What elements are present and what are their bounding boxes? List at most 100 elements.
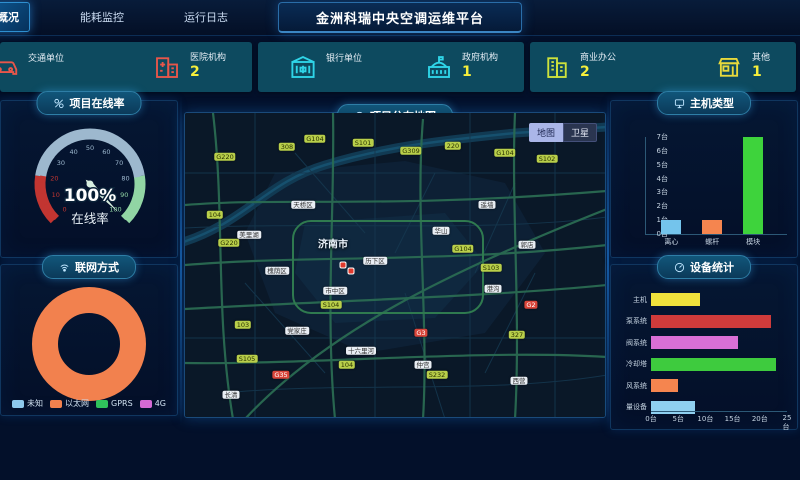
road-label: 104 <box>207 211 223 219</box>
map-button[interactable]: 地图 <box>529 123 563 142</box>
svg-text:0: 0 <box>62 205 66 213</box>
x-axis-label: 螺杆 <box>705 237 719 247</box>
place-label: 港沟 <box>485 285 502 293</box>
car-icon <box>0 52 20 82</box>
top-navbar: 概况 能耗监控 运行日志 项目列表 视频监控 金洲科瑞中央空调运维平台 <box>0 0 800 36</box>
y-axis-tick: 2台 <box>657 201 668 211</box>
panel-header-online-rate: 项目在线率 <box>37 91 142 115</box>
stat-other: 其他 1 <box>714 52 770 82</box>
city-label: 济南市 <box>318 239 348 252</box>
divider <box>607 96 609 426</box>
satellite-button[interactable]: 卫星 <box>563 123 597 142</box>
panel-header-host-type: 主机类型 <box>657 91 751 115</box>
stat-label: 银行单位 <box>326 54 362 65</box>
device-row: 冷却塔 <box>619 358 787 371</box>
road-label: G104 <box>494 149 515 157</box>
legend-item[interactable]: 未知 <box>12 398 43 409</box>
gauge-icon <box>674 262 685 273</box>
stat-hospital: 医院机构 2 <box>152 52 226 82</box>
svg-text:70: 70 <box>115 159 123 167</box>
legend-swatch <box>96 400 108 408</box>
legend-swatch <box>140 400 152 408</box>
road-label: 308 <box>279 143 295 151</box>
road-label: S105 <box>237 355 258 363</box>
stat-label: 交通单位 <box>28 54 64 65</box>
dashboard-screen: 概况 能耗监控 运行日志 项目列表 视频监控 金洲科瑞中央空调运维平台 交通单位 <box>0 0 800 480</box>
legend-label: 未知 <box>27 398 43 409</box>
map-canvas[interactable]: G220308G104S101G309220G104S102104G220G10… <box>185 113 605 417</box>
place-label: 十六里河 <box>346 347 376 355</box>
legend-item[interactable]: GPRS <box>96 398 133 409</box>
y-axis-tick: 6台 <box>657 146 668 156</box>
road-label: G309 <box>400 147 421 155</box>
legend-label: 4G <box>155 399 166 408</box>
road-label: G220 <box>218 239 239 247</box>
tab-run-log[interactable]: 运行日志 <box>174 3 238 31</box>
bar-风系统 <box>651 379 678 392</box>
platform-title: 金洲科瑞中央空调运维平台 <box>278 2 522 33</box>
place-label: 郭店 <box>519 241 536 249</box>
legend-label: GPRS <box>111 399 133 408</box>
y-axis-tick: 3台 <box>657 187 668 197</box>
bar-模块 <box>743 137 763 234</box>
road-label: 220 <box>445 142 461 150</box>
svg-text:40: 40 <box>70 148 78 156</box>
place-label: 华山 <box>433 227 450 235</box>
x-axis-tick: 20台 <box>752 414 768 424</box>
x-axis-tick: 5台 <box>672 414 683 424</box>
y-axis-tick: 5台 <box>657 160 668 170</box>
wifi-icon <box>59 262 70 273</box>
panel-project-map: 项目分布地图 地图 卫星 <box>184 112 606 418</box>
panel-header-network: 联网方式 <box>42 255 136 279</box>
place-label: 市中区 <box>323 287 347 295</box>
svg-text:20: 20 <box>50 174 58 182</box>
place-label: 天桥区 <box>291 201 315 209</box>
x-axis-tick: 15台 <box>725 414 741 424</box>
svg-text:在线率: 在线率 <box>71 211 109 226</box>
stat-value: 1 <box>752 64 770 82</box>
device-row: 阀系统 <box>619 336 787 349</box>
device-row: 主机 <box>619 293 787 306</box>
svg-text:10: 10 <box>52 191 60 199</box>
stat-office: 商业办公 2 <box>542 52 616 82</box>
road-label: 103 <box>235 321 251 329</box>
stat-value <box>28 65 64 80</box>
place-label: 仲宫 <box>415 361 432 369</box>
place-label: 长清 <box>223 391 240 399</box>
x-axis-tick: 0台 <box>645 414 656 424</box>
office-icon <box>542 52 572 82</box>
bar-螺杆 <box>702 220 722 234</box>
bar-track <box>651 379 787 392</box>
percent-icon <box>54 98 65 109</box>
legend-item[interactable]: 以太网 <box>50 398 89 409</box>
panel-header-device-stats: 设备统计 <box>657 255 751 279</box>
road-label: G3 <box>414 329 427 337</box>
legend-item[interactable]: 4G <box>140 398 166 409</box>
y-axis-tick: 7台 <box>657 132 668 142</box>
y-axis-tick: 4台 <box>657 174 668 184</box>
stat-label: 商业办公 <box>580 53 616 64</box>
bar-track <box>651 336 787 349</box>
svg-text:30: 30 <box>57 159 65 167</box>
network-legend: 未知以太网 GPRS 4G <box>1 398 177 409</box>
stat-label: 其他 <box>752 53 770 64</box>
bank-icon <box>288 52 318 82</box>
map-type-switcher: 地图 卫星 <box>529 123 597 142</box>
device-stats-bar-chart: 主机泵系统阀系统冷却塔风系统量设备0台5台10台15台20台25台 <box>619 293 787 421</box>
tab-overview[interactable]: 概况 <box>0 2 30 32</box>
bar-冷却塔 <box>651 358 776 371</box>
x-axis-label: 离心 <box>664 237 678 247</box>
bar-泵系统 <box>651 315 771 328</box>
road-label: S101 <box>353 139 374 147</box>
tab-energy-monitor[interactable]: 能耗监控 <box>70 3 134 31</box>
bar-离心 <box>661 220 681 234</box>
place-label: 美里湖 <box>237 231 261 239</box>
bar-track <box>651 293 787 306</box>
category-label: 量设备 <box>619 402 651 412</box>
stat-label: 医院机构 <box>190 53 226 64</box>
road-label: G220 <box>214 153 235 161</box>
network-donut-chart <box>32 287 146 401</box>
place-label: 槐荫区 <box>265 267 289 275</box>
stat-card-3: 商业办公 2 其他 1 <box>530 42 796 92</box>
panel-title: 联网方式 <box>75 259 119 275</box>
